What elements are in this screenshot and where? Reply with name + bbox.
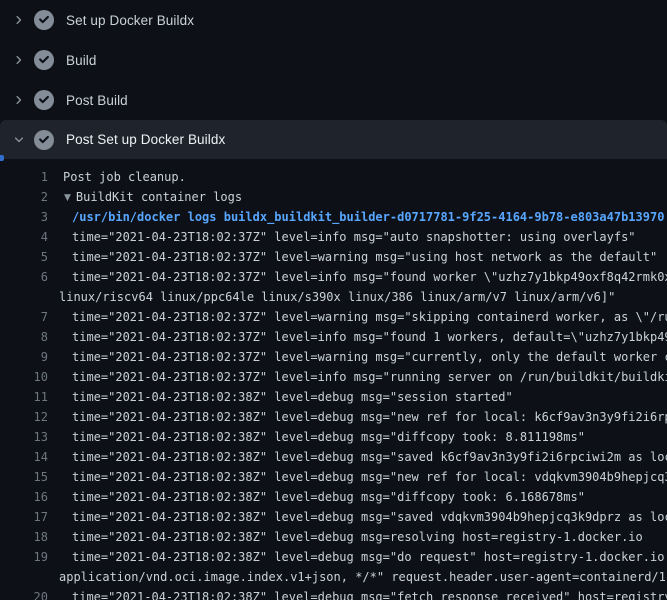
log-line-number[interactable]: 20 [0,587,48,600]
step-label: Set up Docker Buildx [66,13,194,28]
chevron-right-icon[interactable] [12,53,26,67]
group-toggle-icon[interactable]: ▼ [64,188,71,208]
log-line-text: time="2021-04-23T18:02:38Z" level=debug … [48,427,585,447]
group-title[interactable]: BuildKit container logs [76,190,242,204]
chevron-right-icon[interactable] [12,93,26,107]
log-line: 7 time="2021-04-23T18:02:37Z" level=warn… [0,307,667,327]
log-line: 13 time="2021-04-23T18:02:38Z" level=deb… [0,427,667,447]
log-line: 20 time="2021-04-23T18:02:38Z" level=deb… [0,587,667,600]
log-line-number[interactable]: 15 [0,467,48,487]
log-line-number[interactable]: 10 [0,367,48,387]
log-line: linux/riscv64 linux/ppc64le linux/s390x … [0,287,667,307]
step-label: Post Set up Docker Buildx [66,132,225,147]
log-line-number[interactable]: 5 [0,247,48,267]
log-line-text: time="2021-04-23T18:02:38Z" level=debug … [48,527,643,547]
log-line: 19 time="2021-04-23T18:02:38Z" level=deb… [0,547,667,567]
log-line-text: application/vnd.oci.image.index.v1+json,… [48,567,667,587]
log-line-text: time="2021-04-23T18:02:38Z" level=debug … [48,447,667,467]
log-line-number[interactable]: 3 [0,207,48,227]
log-line-number[interactable]: 4 [0,227,48,247]
focus-accent [0,155,4,161]
log-line: 16 time="2021-04-23T18:02:38Z" level=deb… [0,487,667,507]
log-line-number[interactable]: 13 [0,427,48,447]
log-line: 15 time="2021-04-23T18:02:38Z" level=deb… [0,467,667,487]
log-line: application/vnd.oci.image.index.v1+json,… [0,567,667,587]
log-line-text: time="2021-04-23T18:02:38Z" level=debug … [48,547,667,567]
log-line: 1 Post job cleanup. [0,167,667,187]
log-line-text: /usr/bin/docker logs buildx_buildkit_bui… [48,207,664,227]
log-line: 17 time="2021-04-23T18:02:38Z" level=deb… [0,507,667,527]
log-line-text: time="2021-04-23T18:02:37Z" level=info m… [48,327,667,347]
log-line: 5 time="2021-04-23T18:02:37Z" level=warn… [0,247,667,267]
log-line: 9 time="2021-04-23T18:02:37Z" level=warn… [0,347,667,367]
log-line-text: time="2021-04-23T18:02:37Z" level=warnin… [48,247,657,267]
log-line-number[interactable]: 8 [0,327,48,347]
log-line-text: time="2021-04-23T18:02:38Z" level=debug … [48,587,667,600]
log-line-text: time="2021-04-23T18:02:38Z" level=debug … [48,487,585,507]
log-line-number[interactable]: 18 [0,527,48,547]
log-line-number[interactable]: 7 [0,307,48,327]
step-label: Build [66,53,97,68]
log-line-text: time="2021-04-23T18:02:37Z" level=info m… [48,267,667,287]
log-line-number[interactable]: 1 [0,167,48,187]
log-line: 6 time="2021-04-23T18:02:37Z" level=info… [0,267,667,287]
step-label: Post Build [66,93,128,108]
log-line-text: linux/riscv64 linux/ppc64le linux/s390x … [48,287,615,307]
check-circle-icon [34,50,54,70]
log-line-number[interactable]: 19 [0,547,48,567]
chevron-right-icon[interactable] [12,13,26,27]
log-line: 8 time="2021-04-23T18:02:37Z" level=info… [0,327,667,347]
log-line-text: ▼ BuildKit container logs [48,187,242,207]
log-line-number[interactable]: 14 [0,447,48,467]
step-row-post-set-up-docker-buildx[interactable]: Post Set up Docker Buildx [0,120,667,159]
log-line-number[interactable]: 11 [0,387,48,407]
step-row-post-build[interactable]: Post Build [0,80,667,120]
log-line: 12 time="2021-04-23T18:02:38Z" level=deb… [0,407,667,427]
log-line: 11 time="2021-04-23T18:02:38Z" level=deb… [0,387,667,407]
actions-log-viewer: Set up Docker Buildx Build Post Build [0,0,667,600]
log-line: 18 time="2021-04-23T18:02:38Z" level=deb… [0,527,667,547]
log-panel: 1 Post job cleanup. 2 ▼ BuildKit containe… [0,159,667,600]
log-line: 3 /usr/bin/docker logs buildx_buildkit_b… [0,207,667,227]
log-group-header[interactable]: 2 ▼ BuildKit container logs [0,187,667,207]
log-line-number[interactable]: 2 [0,187,48,207]
log-line-number[interactable]: 6 [0,267,48,287]
log-line-number[interactable]: 17 [0,507,48,527]
steps-list: Set up Docker Buildx Build Post Build [0,0,667,159]
log-line-text: time="2021-04-23T18:02:37Z" level=info m… [48,227,636,247]
log-line-text: Post job cleanup. [48,167,186,187]
log-line-number[interactable]: 12 [0,407,48,427]
check-circle-icon [34,130,54,150]
step-row-build[interactable]: Build [0,40,667,80]
check-circle-icon [34,10,54,30]
log-line-number [0,287,48,307]
log-line-text: time="2021-04-23T18:02:38Z" level=debug … [48,507,667,527]
log-line: 10 time="2021-04-23T18:02:37Z" level=inf… [0,367,667,387]
chevron-down-icon[interactable] [12,133,26,147]
log-line-number [0,567,48,587]
log-line-text: time="2021-04-23T18:02:38Z" level=debug … [48,387,513,407]
log-line-text: time="2021-04-23T18:02:37Z" level=warnin… [48,347,667,367]
check-circle-icon [34,90,54,110]
log-line: 14 time="2021-04-23T18:02:38Z" level=deb… [0,447,667,467]
log-line-number[interactable]: 16 [0,487,48,507]
log-line-text: time="2021-04-23T18:02:38Z" level=debug … [48,467,667,487]
step-row-set-up-docker-buildx[interactable]: Set up Docker Buildx [0,0,667,40]
log-line: 4 time="2021-04-23T18:02:37Z" level=info… [0,227,667,247]
log-line-text: time="2021-04-23T18:02:37Z" level=info m… [48,367,667,387]
log-line-number[interactable]: 9 [0,347,48,367]
log-line-text: time="2021-04-23T18:02:37Z" level=warnin… [48,307,667,327]
log-line-text: time="2021-04-23T18:02:38Z" level=debug … [48,407,667,427]
